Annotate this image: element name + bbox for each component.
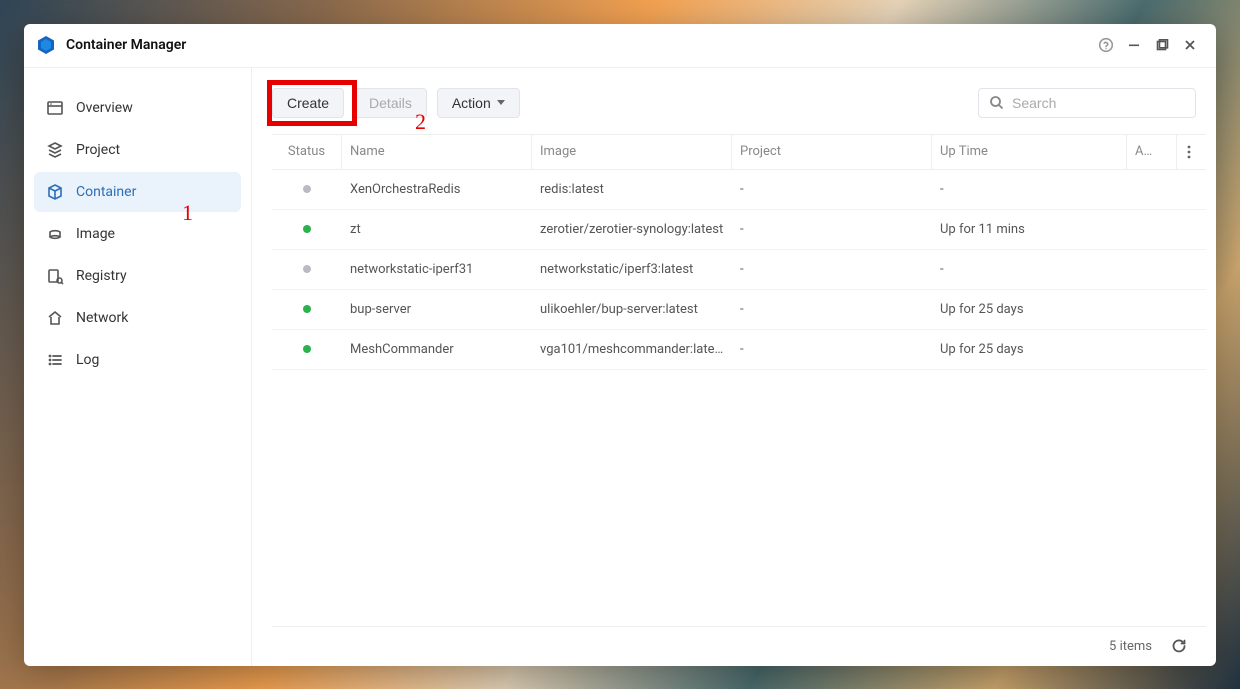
- sidebar-item-image[interactable]: Image: [34, 214, 241, 254]
- cell-name: MeshCommander: [342, 342, 532, 357]
- sidebar-item-label: Project: [76, 142, 120, 158]
- sidebar-item-network[interactable]: Network: [34, 298, 241, 338]
- network-icon: [46, 309, 64, 327]
- sidebar: Overview Project Container Image: [24, 68, 252, 666]
- search-icon: [989, 95, 1004, 110]
- status-dot-icon: [303, 185, 311, 193]
- close-icon[interactable]: [1176, 31, 1204, 59]
- window-title: Container Manager: [66, 37, 186, 53]
- column-options-icon[interactable]: [1177, 135, 1201, 169]
- cell-image: ulikoehler/bup-server:latest: [532, 302, 732, 317]
- cell-image: zerotier/zerotier-synology:latest: [532, 222, 732, 237]
- table-row[interactable]: bup-serverulikoehler/bup-server:latest-U…: [272, 290, 1206, 330]
- cell-status: [272, 225, 342, 233]
- sidebar-item-overview[interactable]: Overview: [34, 88, 241, 128]
- status-dot-icon: [303, 225, 311, 233]
- search-field[interactable]: [978, 88, 1196, 118]
- titlebar: Container Manager: [24, 24, 1216, 68]
- cell-uptime: -: [932, 262, 1127, 277]
- column-header-action[interactable]: A…: [1127, 135, 1177, 169]
- main-panel: Create Details Action Status Name: [252, 68, 1216, 666]
- sidebar-item-registry[interactable]: Registry: [34, 256, 241, 296]
- cell-status: [272, 345, 342, 353]
- refresh-icon[interactable]: [1168, 635, 1190, 657]
- cell-name: networkstatic-iperf31: [342, 262, 532, 277]
- minimize-icon[interactable]: [1120, 31, 1148, 59]
- annotation-1: 1: [182, 200, 193, 226]
- registry-icon: [46, 267, 64, 285]
- sidebar-item-label: Log: [76, 352, 99, 368]
- column-header-status[interactable]: Status: [272, 135, 342, 169]
- chevron-down-icon: [497, 100, 505, 105]
- container-table: Status Name Image Project Up Time A… Xen…: [252, 134, 1216, 626]
- action-dropdown-label: Action: [452, 95, 491, 111]
- sidebar-item-label: Registry: [76, 268, 127, 284]
- cell-uptime: Up for 11 mins: [932, 222, 1127, 237]
- status-dot-icon: [303, 265, 311, 273]
- cell-project: -: [732, 302, 932, 317]
- maximize-icon[interactable]: [1148, 31, 1176, 59]
- app-window: Container Manager Overview: [24, 24, 1216, 666]
- sidebar-item-label: Image: [76, 226, 115, 242]
- overview-icon: [46, 99, 64, 117]
- create-button[interactable]: Create: [272, 88, 344, 118]
- table-row[interactable]: XenOrchestraRedisredis:latest--: [272, 170, 1206, 210]
- cell-status: [272, 305, 342, 313]
- column-header-project[interactable]: Project: [732, 135, 932, 169]
- cell-name: bup-server: [342, 302, 532, 317]
- column-header-name[interactable]: Name: [342, 135, 532, 169]
- cell-project: -: [732, 182, 932, 197]
- help-icon[interactable]: [1092, 31, 1120, 59]
- cell-uptime: Up for 25 days: [932, 342, 1127, 357]
- cell-name: zt: [342, 222, 532, 237]
- table-row[interactable]: ztzerotier/zerotier-synology:latest-Up f…: [272, 210, 1206, 250]
- cell-image: vga101/meshcommander:latest: [532, 342, 732, 357]
- table-row[interactable]: networkstatic-iperf31networkstatic/iperf…: [272, 250, 1206, 290]
- table-body: XenOrchestraRedisredis:latest--ztzerotie…: [272, 170, 1206, 626]
- cell-status: [272, 185, 342, 193]
- item-count-label: 5 items: [1109, 639, 1152, 654]
- cell-image: redis:latest: [532, 182, 732, 197]
- cell-uptime: Up for 25 days: [932, 302, 1127, 317]
- cell-project: -: [732, 262, 932, 277]
- action-dropdown[interactable]: Action: [437, 88, 520, 118]
- status-dot-icon: [303, 305, 311, 313]
- table-footer: 5 items: [272, 626, 1206, 666]
- column-header-uptime[interactable]: Up Time: [932, 135, 1127, 169]
- sidebar-item-log[interactable]: Log: [34, 340, 241, 380]
- project-icon: [46, 141, 64, 159]
- column-header-image[interactable]: Image: [532, 135, 732, 169]
- annotation-2: 2: [415, 109, 426, 135]
- table-row[interactable]: MeshCommandervga101/meshcommander:latest…: [272, 330, 1206, 370]
- toolbar: Create Details Action: [252, 88, 1216, 134]
- log-icon: [46, 351, 64, 369]
- table-header: Status Name Image Project Up Time A…: [272, 134, 1206, 170]
- sidebar-item-container[interactable]: Container: [34, 172, 241, 212]
- image-icon: [46, 225, 64, 243]
- cell-status: [272, 265, 342, 273]
- container-icon: [46, 183, 64, 201]
- app-icon: [36, 35, 56, 55]
- cell-project: -: [732, 222, 932, 237]
- sidebar-item-label: Network: [76, 310, 128, 326]
- cell-image: networkstatic/iperf3:latest: [532, 262, 732, 277]
- cell-name: XenOrchestraRedis: [342, 182, 532, 197]
- sidebar-item-label: Container: [76, 184, 136, 200]
- cell-project: -: [732, 342, 932, 357]
- cell-uptime: -: [932, 182, 1127, 197]
- status-dot-icon: [303, 345, 311, 353]
- search-input[interactable]: [1012, 95, 1193, 111]
- sidebar-item-label: Overview: [76, 100, 133, 116]
- sidebar-item-project[interactable]: Project: [34, 130, 241, 170]
